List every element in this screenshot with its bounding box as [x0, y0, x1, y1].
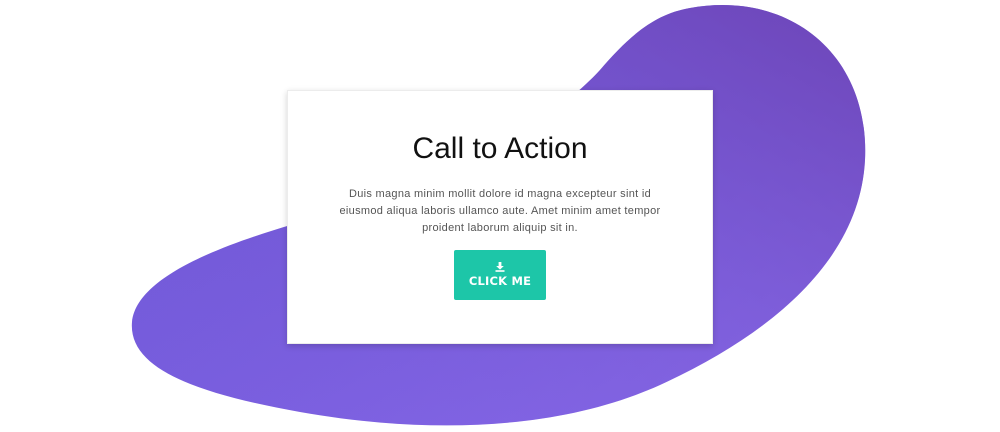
- card-body-text: Duis magna minim mollit dolore id magna …: [339, 188, 661, 234]
- click-me-label: CLICK ME: [468, 274, 532, 288]
- card-title: Call to Action: [412, 132, 588, 165]
- download-icon: [495, 262, 505, 272]
- click-me-button[interactable]: CLICK ME: [454, 250, 546, 300]
- cta-card: Call to Action Duis magna minim mollit d…: [287, 90, 713, 344]
- page-stage: Call to Action Duis magna minim mollit d…: [0, 0, 1000, 432]
